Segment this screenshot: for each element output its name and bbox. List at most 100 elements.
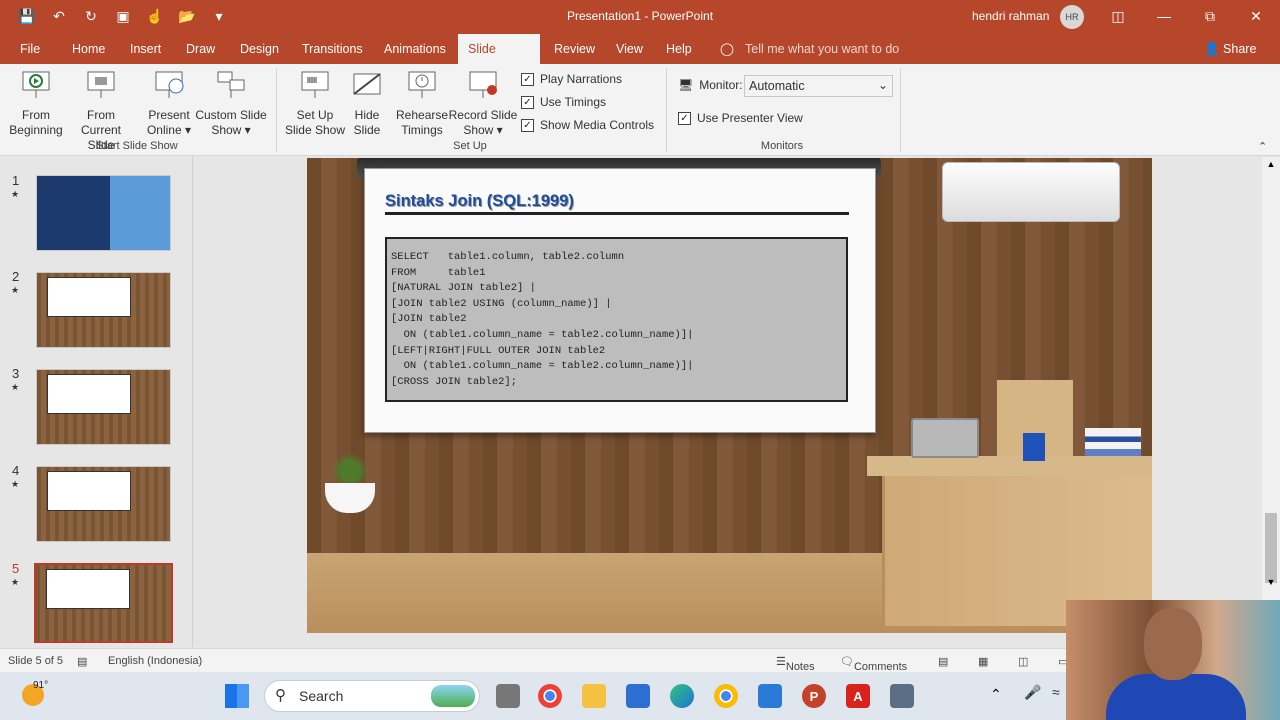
normal-view-icon[interactable]: ▤ bbox=[938, 655, 948, 668]
custom-slide-show-button[interactable]: Custom Slide Show ▾ bbox=[194, 70, 268, 138]
ribbon-display-icon[interactable]: ◫ bbox=[1096, 0, 1140, 32]
scroll-up-icon[interactable]: ▲ bbox=[1262, 159, 1280, 169]
slide-thumbnail-1[interactable] bbox=[36, 175, 171, 251]
monitor-value: Automatic bbox=[749, 79, 805, 93]
hide-slide-label-1: Hide bbox=[354, 108, 380, 122]
slide-thumbnail-5-selected[interactable] bbox=[34, 563, 173, 643]
webcam-overlay-image bbox=[1066, 600, 1280, 720]
tab-animations[interactable]: Animations bbox=[374, 34, 456, 64]
play-narrations-checkbox[interactable]: ✓ Play Narrations bbox=[521, 72, 622, 86]
notepad-icon[interactable] bbox=[758, 684, 782, 708]
ribbon-separator bbox=[276, 68, 277, 152]
tab-slide-show[interactable]: Slide Show bbox=[458, 34, 540, 86]
custom-show-label-2: Show ▾ bbox=[211, 123, 251, 137]
use-timings-checkbox[interactable]: ✓ Use Timings bbox=[521, 95, 606, 109]
monitor-select[interactable]: Automatic ⌄ bbox=[744, 75, 893, 97]
accessibility-icon[interactable]: ▤ bbox=[77, 655, 87, 668]
show-media-controls-checkbox[interactable]: ✓ Show Media Controls bbox=[521, 118, 654, 132]
title-bar: 💾 ↶ ↻ ▣ ☝ 📂 ▾ Presentation1 - PowerPoint… bbox=[0, 0, 1280, 34]
current-slide[interactable]: Sintaks Join (SQL:1999) SELECT table1.co… bbox=[307, 158, 1152, 633]
tab-view[interactable]: View bbox=[606, 34, 653, 64]
monitor-icon: 🖥 bbox=[678, 78, 694, 92]
minimize-icon[interactable]: — bbox=[1142, 0, 1186, 32]
thumbnail-number: 1 bbox=[12, 173, 20, 188]
custom-show-label-1: Custom Slide bbox=[195, 108, 267, 122]
share-button[interactable]: 👤 Share bbox=[1194, 34, 1266, 64]
close-icon[interactable]: ✕ bbox=[1234, 0, 1278, 32]
windows-start-icon[interactable] bbox=[225, 684, 249, 708]
chrome-icon[interactable] bbox=[538, 684, 562, 708]
present-online-button[interactable]: Present Online ▾ bbox=[144, 70, 194, 138]
plant-pot-image bbox=[325, 483, 375, 513]
reading-view-icon[interactable]: ◫ bbox=[1018, 655, 1028, 668]
microphone-icon[interactable]: 🎤 bbox=[1024, 684, 1041, 701]
tab-draw[interactable]: Draw bbox=[176, 34, 225, 64]
microsoft-store-icon[interactable] bbox=[626, 684, 650, 708]
rehearse-timings-button[interactable]: Rehearse Timings bbox=[396, 70, 448, 138]
tab-review[interactable]: Review bbox=[544, 34, 605, 64]
open-folder-icon[interactable]: 📂 bbox=[178, 7, 196, 25]
notes-button[interactable]: ☰ Notes bbox=[776, 655, 815, 673]
customize-qat-icon[interactable]: ▾ bbox=[210, 7, 228, 25]
undo-icon[interactable]: ↶ bbox=[50, 7, 68, 25]
tab-home[interactable]: Home bbox=[62, 34, 115, 64]
ribbon-slide-show: From Beginning From Current Slide Presen… bbox=[0, 64, 1280, 156]
use-presenter-view-checkbox[interactable]: ✓ Use Presenter View bbox=[678, 111, 803, 125]
chevron-up-icon[interactable]: ⌃ bbox=[990, 686, 1002, 703]
monitor-row: 🖥 Monitor: bbox=[678, 78, 743, 92]
set-up-slide-show-button[interactable]: Set Up Slide Show bbox=[284, 70, 346, 138]
touch-mode-icon[interactable]: ☝ bbox=[146, 7, 164, 25]
checkmark-icon: ✓ bbox=[678, 111, 691, 125]
chrome-icon[interactable] bbox=[714, 684, 738, 708]
tab-insert[interactable]: Insert bbox=[120, 34, 171, 64]
scroll-down-icon[interactable]: ▼ bbox=[1262, 577, 1280, 587]
from-beginning-button[interactable]: From Beginning bbox=[8, 70, 64, 138]
powerpoint-icon[interactable]: P bbox=[802, 684, 826, 708]
avatar[interactable]: HR bbox=[1060, 5, 1084, 29]
snipping-tool-icon[interactable] bbox=[890, 684, 914, 708]
slide-thumbnail-4[interactable] bbox=[36, 466, 171, 542]
play-narrations-label: Play Narrations bbox=[540, 72, 623, 86]
scroll-thumb[interactable] bbox=[1265, 513, 1277, 583]
search-icon: ⚲ bbox=[275, 687, 286, 704]
from-beginning-label-1: From bbox=[22, 108, 50, 122]
tab-transitions[interactable]: Transitions bbox=[292, 34, 373, 64]
tab-design[interactable]: Design bbox=[230, 34, 289, 64]
slide-sorter-icon[interactable]: ▦ bbox=[978, 655, 988, 668]
slide-title[interactable]: Sintaks Join (SQL:1999) bbox=[385, 192, 574, 211]
custom-show-icon bbox=[217, 71, 245, 98]
code-line: [NATURAL JOIN table2] | bbox=[391, 282, 536, 295]
slide-thumbnail-2[interactable] bbox=[36, 272, 171, 348]
set-up-icon bbox=[301, 71, 329, 98]
ribbon-separator bbox=[900, 68, 901, 152]
slide-thumbnail-3[interactable] bbox=[36, 369, 171, 445]
record-slide-show-button[interactable]: Record Slide Show ▾ bbox=[448, 70, 518, 138]
present-icon[interactable]: ▣ bbox=[114, 7, 132, 25]
collapse-ribbon-icon[interactable]: ⌃ bbox=[1258, 140, 1267, 153]
acrobat-icon[interactable]: A bbox=[846, 684, 870, 708]
taskbar-search[interactable]: ⚲ Search bbox=[264, 680, 480, 712]
language-indicator[interactable]: English (Indonesia) bbox=[108, 655, 202, 667]
group-label-monitors: Monitors bbox=[760, 140, 804, 152]
tab-file[interactable]: File bbox=[10, 34, 50, 64]
tab-help[interactable]: Help bbox=[656, 34, 702, 64]
user-name[interactable]: hendri rahman bbox=[972, 9, 1049, 23]
comments-button[interactable]: 🗨 Comments bbox=[840, 655, 907, 673]
code-line: ON (table1.column_name = table2.column_n… bbox=[391, 360, 694, 373]
from-beginning-icon bbox=[22, 71, 50, 98]
checkmark-icon: ✓ bbox=[521, 118, 534, 132]
task-view-icon[interactable] bbox=[496, 684, 520, 708]
save-icon[interactable]: 💾 bbox=[18, 7, 36, 25]
redo-icon[interactable]: ↻ bbox=[82, 7, 100, 25]
wifi-icon[interactable]: ≈ bbox=[1052, 684, 1060, 700]
from-current-icon bbox=[87, 71, 115, 98]
tell-me-input[interactable]: Tell me what you want to do bbox=[735, 34, 909, 64]
code-box[interactable]: SELECT table1.column, table2.column FROM… bbox=[385, 237, 848, 402]
vertical-scrollbar[interactable]: ▲ ▼ bbox=[1262, 157, 1280, 647]
restore-icon[interactable]: ⧉ bbox=[1188, 0, 1232, 32]
record-label-1: Record Slide bbox=[448, 108, 518, 122]
hide-slide-button[interactable]: Hide Slide bbox=[348, 70, 386, 138]
file-explorer-icon[interactable] bbox=[582, 684, 606, 708]
search-placeholder: Search bbox=[299, 688, 344, 704]
edge-icon[interactable] bbox=[670, 684, 694, 708]
